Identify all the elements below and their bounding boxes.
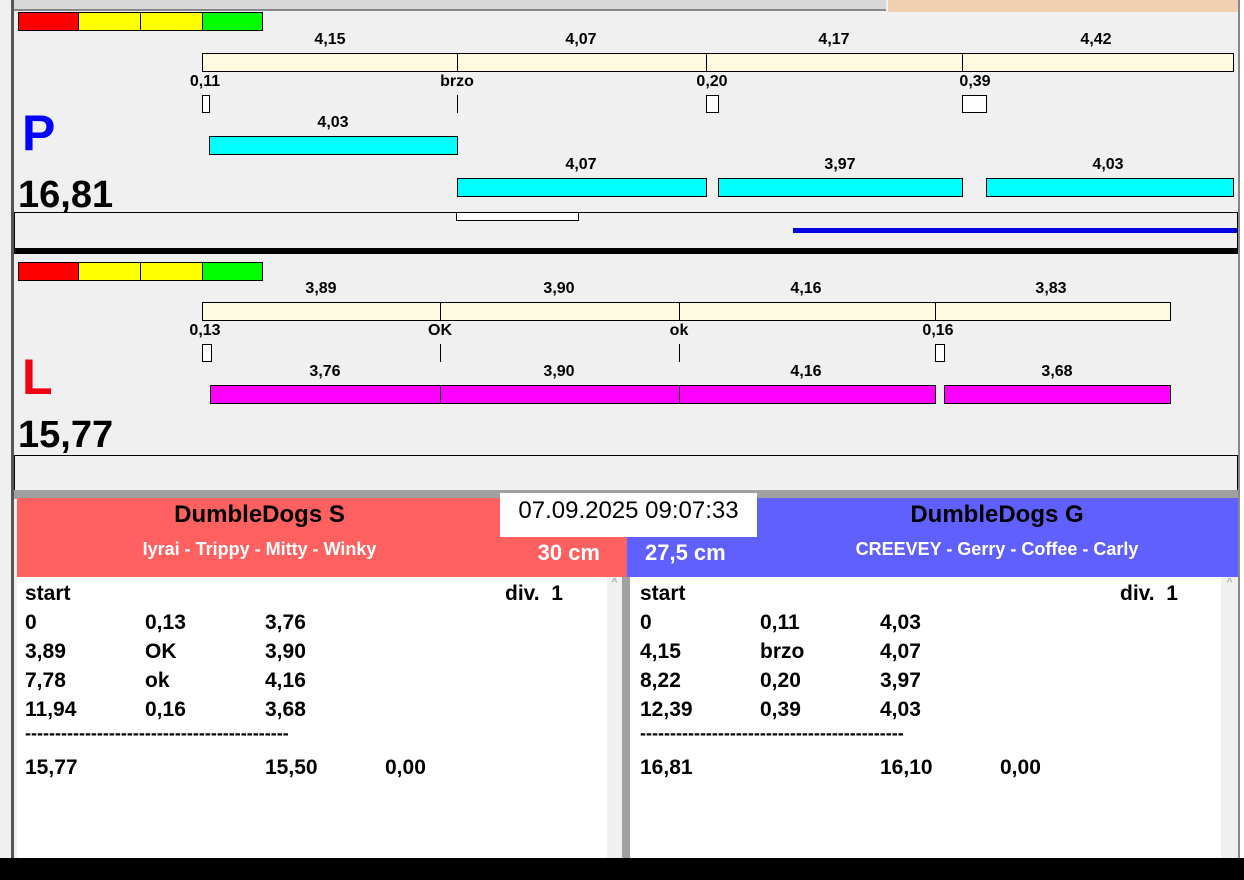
bottom-bar — [0, 858, 1244, 880]
run-time: 3,68 — [1041, 363, 1073, 380]
signal-red — [18, 12, 79, 31]
run-time: 4,03 — [317, 114, 349, 131]
run-bar — [718, 178, 963, 197]
signal-yellow — [140, 12, 203, 31]
jump-height: 30 cm — [537, 540, 600, 565]
marker: 0,20 — [696, 73, 728, 90]
separator: ----------------------------------------… — [25, 723, 289, 743]
signal-green — [202, 12, 263, 31]
lane-letter: P — [22, 105, 56, 161]
lane-total: 15,77 — [18, 414, 114, 456]
left-results-list[interactable]: start div. 1 0 0,13 3,76 3,89 OK 3,90 7,78 ok… — [17, 577, 607, 858]
jump-height: 27,5 cm — [645, 540, 726, 565]
run-time: 3,76 — [309, 363, 341, 380]
status-strip — [888, 0, 1238, 12]
run-time: 3,90 — [543, 363, 575, 380]
start-label: start — [25, 582, 71, 605]
marker: OK — [428, 322, 452, 339]
marker: ok — [669, 322, 689, 339]
scrollbar[interactable]: ^ — [1221, 577, 1238, 858]
right-border — [1238, 0, 1244, 880]
run-bar — [457, 178, 707, 197]
segment-time: 3,90 — [543, 280, 575, 297]
left-border — [11, 0, 14, 860]
scrollbar[interactable]: ^ — [607, 577, 622, 858]
lane-letter: L — [22, 349, 53, 405]
progress-box — [14, 455, 1238, 491]
segment-time: 3,83 — [1035, 280, 1067, 297]
run-time: 3,97 — [824, 156, 856, 173]
run-time: 4,03 — [1092, 156, 1124, 173]
marker: 0,16 — [922, 322, 954, 339]
divider — [14, 248, 1238, 254]
start-label: start — [640, 582, 686, 605]
run-bar — [209, 136, 458, 155]
segment-time: 4,42 — [1080, 31, 1112, 48]
marker: 0,39 — [959, 73, 991, 90]
division-label: div. 1 — [1120, 582, 1178, 605]
signal-yellow — [78, 12, 141, 31]
team-name: DumbleDogs G — [910, 501, 1084, 528]
lane-total: 16,81 — [18, 174, 114, 216]
segment-time: 4,07 — [565, 31, 597, 48]
dog-names: Iyrai - Trippy - Mitty - Winky — [142, 539, 377, 559]
datetime: 07.09.2025 09:07:33 — [500, 493, 757, 537]
separator: ----------------------------------------… — [640, 723, 904, 743]
segment-time: 4,17 — [818, 31, 850, 48]
right-results-list[interactable]: start div. 1 0 0,11 4,03 4,15 brzo 4,07 8,22… — [630, 577, 1221, 858]
run-bar — [944, 385, 1171, 404]
segment-time: 4,15 — [314, 31, 346, 48]
division-label: div. 1 — [505, 582, 563, 605]
segment-time: 4,16 — [790, 280, 822, 297]
progress-line — [793, 228, 1237, 233]
marker: 0,13 — [189, 322, 221, 339]
marker: brzo — [440, 73, 474, 90]
tab-strip[interactable] — [14, 0, 886, 11]
segment-bar — [202, 53, 1234, 72]
run-bar — [986, 178, 1234, 197]
segment-time: 3,89 — [305, 280, 337, 297]
run-time: 4,16 — [790, 363, 822, 380]
dog-names: CREEVEY - Gerry - Coffee - Carly — [855, 539, 1139, 559]
team-name: DumbleDogs S — [174, 501, 345, 528]
segment-bar — [202, 302, 1171, 321]
run-bar — [210, 385, 936, 404]
run-time: 4,07 — [565, 156, 597, 173]
marker: 0,11 — [189, 73, 221, 90]
